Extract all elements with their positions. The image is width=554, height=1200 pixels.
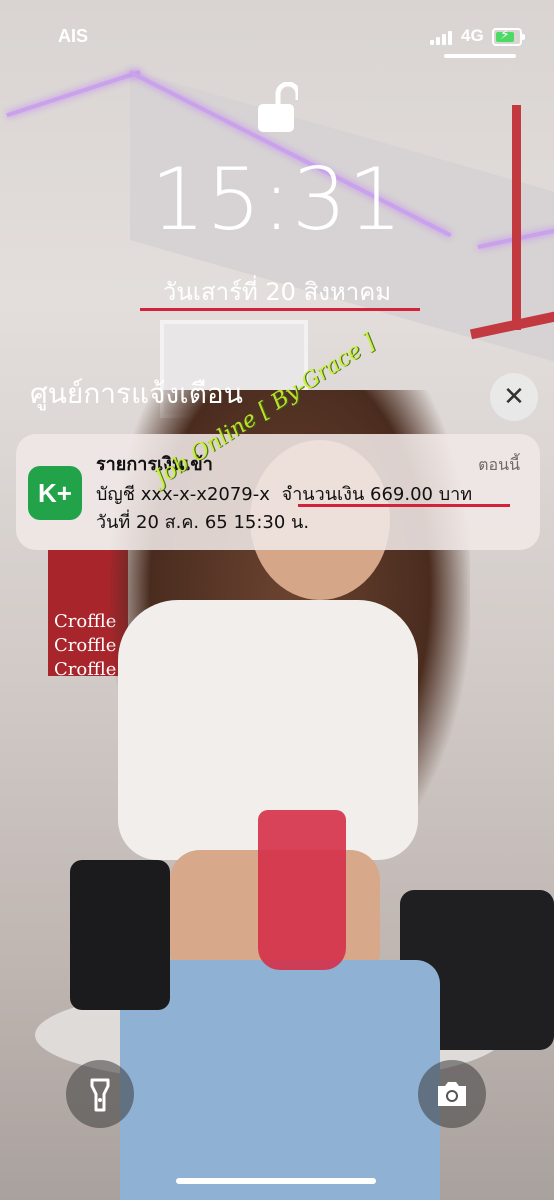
- account-number: บัญชี xxx-x-x2079-x: [96, 484, 270, 505]
- notification-date: วันที่ 20 ส.ค. 65 15:30 น.: [96, 512, 310, 533]
- control-center-indicator[interactable]: [444, 54, 516, 58]
- lock-clock: 15:31: [150, 150, 404, 250]
- home-indicator[interactable]: [176, 1178, 376, 1184]
- notification-clear-button[interactable]: ✕: [490, 373, 538, 421]
- signal-icon: [430, 29, 456, 45]
- carrier-label: AIS: [58, 26, 89, 46]
- lock-date: วันเสาร์ที่ 20 สิงหาคม: [162, 278, 392, 306]
- battery-icon: ⚡: [492, 27, 522, 46]
- date-underline: [140, 308, 420, 311]
- status-bar: AIS 4G ⚡: [0, 22, 554, 52]
- network-type: 4G: [461, 26, 484, 45]
- amount: จำนวนเงิน 669.00 บาท: [281, 484, 473, 505]
- flashlight-icon: [90, 1078, 110, 1112]
- camera-icon: [438, 1082, 466, 1106]
- notification-time: ตอนนี้: [478, 455, 520, 474]
- notification-center-title: ศูนย์การแจ้งเตือน: [30, 377, 243, 410]
- camera-button[interactable]: [418, 1060, 486, 1128]
- notification-card[interactable]: K+ รายการเงินเข้า ตอนนี้ บัญชี xxx-x-x20…: [16, 434, 540, 550]
- close-icon: ✕: [503, 382, 525, 412]
- flashlight-button[interactable]: [66, 1060, 134, 1128]
- unlock-icon: [258, 82, 298, 132]
- kplus-app-icon: K+: [28, 466, 82, 520]
- amount-underline: [298, 504, 510, 507]
